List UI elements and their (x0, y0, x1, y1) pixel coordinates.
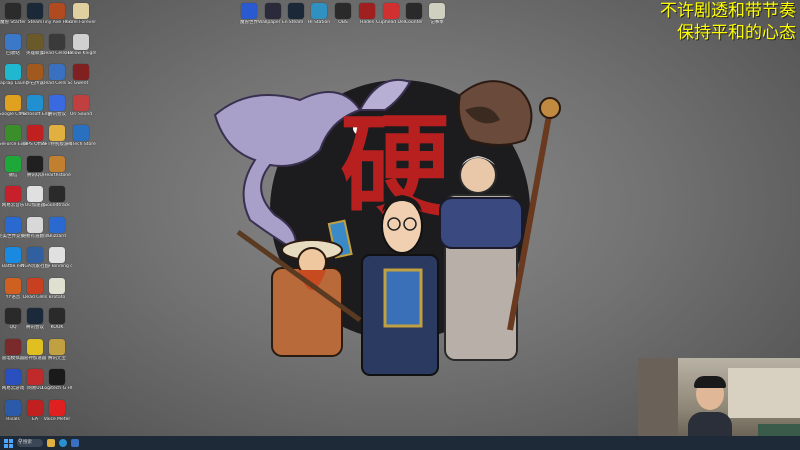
stream-overlay-notice-line-1: 不许剧透和带节奏 (660, 1, 796, 21)
edge-icon (59, 439, 67, 447)
dwarf-hunter-figure (236, 229, 362, 357)
stream-overlay-notice-line-2: 保持平和的心态 (677, 23, 796, 43)
start-button[interactable] (4, 438, 13, 448)
taskbar-file-explorer[interactable] (47, 438, 55, 448)
taskbar-search[interactable]: 搜索 (17, 438, 43, 448)
desktop: 魔兽 Starter回收站TapTap LauncherGoogle Chrom… (0, 0, 800, 450)
taskbar-app[interactable] (71, 438, 79, 448)
taskbar: 搜索 (0, 436, 800, 450)
owl-figure (457, 80, 533, 146)
windows-logo-icon (4, 438, 13, 448)
folder-icon (47, 439, 55, 447)
taskbar-search-label: 搜索 (17, 438, 43, 447)
taskbar-browser[interactable] (59, 438, 67, 448)
app-icon (71, 439, 79, 447)
